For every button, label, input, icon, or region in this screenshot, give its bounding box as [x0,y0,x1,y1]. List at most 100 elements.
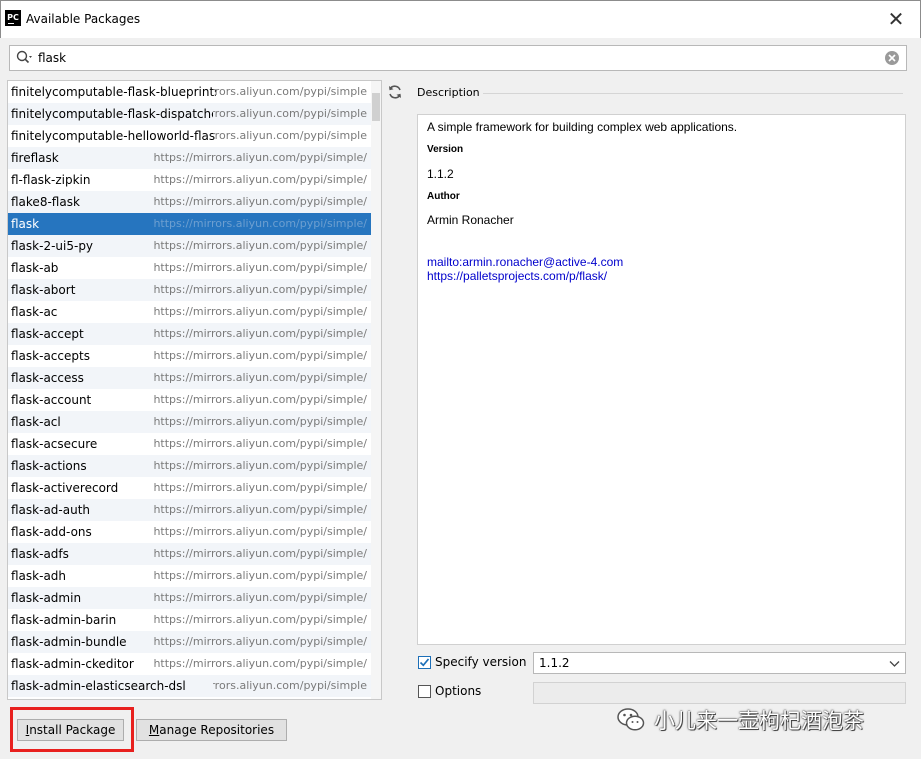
package-repository: https://mirrors.aliyun.com/pypi/simple/ [153,261,367,274]
package-repository: https://mirrors.aliyun.com/pypi/simple/ [151,631,367,653]
package-row[interactable]: flask-ac https://mirrors.aliyun.com/pypi/… [8,301,381,323]
package-summary: A simple framework for building complex … [427,120,738,134]
package-name: flask-admin-bundle [11,635,127,649]
version-label: Version [427,144,464,155]
package-row[interactable]: flask-add-ons https://mirrors.aliyun.com/… [8,521,381,543]
package-repository: https://mirrors.aliyun.com/pypi/simple/ [153,613,367,626]
author-label: Author [427,191,460,202]
package-row[interactable]: finitelycomputable-flask-blueprintshttps… [8,81,381,103]
package-row[interactable]: flask-admin-ckeditor https://mirrors.aliy… [8,653,381,675]
package-row[interactable]: flask-adfs https://mirrors.aliyun.com/pyp… [8,543,381,565]
package-name: finitelycomputable-flask-blueprints [11,85,216,99]
search-input[interactable] [38,48,868,68]
package-name: flask-ac [11,305,58,319]
package-name: flask-2-ui5-py [11,239,94,253]
package-list[interactable]: flask-admin-elasticsearch-dsl https://mir… [7,80,382,700]
homepage-link[interactable]: https://palletsprojects.com/p/flask/ [427,269,607,283]
clear-icon[interactable] [884,50,900,66]
package-row[interactable]: flask-account https://mirrors.aliyun.com/… [8,389,381,411]
version-select[interactable]: 1.1.2 [533,652,906,674]
package-row[interactable]: flask-admin-bundle https://mirrors.aliyun… [8,631,381,653]
manage-repositories-button[interactable]: Manage Repositories [136,719,287,741]
install-package-button[interactable]: Install Package [17,719,124,741]
options-input[interactable] [533,682,906,704]
package-row[interactable]: flake8-flask https://mirrors.aliyun.com/p… [8,191,381,213]
options-label[interactable]: Options [435,684,481,698]
package-row[interactable]: flask-admin-elasticsearch-dsl https://mir… [8,675,381,697]
checkmark-icon [419,658,430,667]
window-title: Available Packages [26,12,141,26]
install-label: nstall Package [29,723,116,737]
description-header: Description [417,86,480,99]
specify-version-checkbox[interactable] [418,656,431,669]
search-field[interactable] [9,45,907,71]
package-name: flask-ad-auth [11,503,91,517]
package-repository: https://mirrors.aliyun.com/pypi/simple/ [213,129,367,142]
package-repository: https://mirrors.aliyun.com/pypi/simple/ [151,213,367,235]
package-row[interactable]: finitelycomputable-flask-dispatcherhttps… [8,103,381,125]
refresh-icon[interactable] [385,82,405,102]
package-repository: https://mirrors.aliyun.com/pypi/simple/ [151,191,367,213]
package-name: flask-acl [11,415,61,429]
package-repository: https://mirrors.aliyun.com/pypi/simple/ [153,173,367,186]
package-list-scrollbar[interactable] [371,81,381,699]
package-row[interactable]: flask-admin https://mirrors.aliyun.com/py… [8,587,381,609]
package-repository: https://mirrors.aliyun.com/pypi/simple/ [153,569,367,582]
version-value: 1.1.2 [427,167,454,181]
package-repository: https://mirrors.aliyun.com/pypi/simple/ [151,147,367,169]
package-name: flask-account [11,393,92,407]
package-repository: https://mirrors.aliyun.com/pypi/simple/ [151,279,367,301]
package-repository: https://mirrors.aliyun.com/pypi/simple/ [151,455,367,477]
watermark-text: 小儿来一壶枸杞酒泡茶 [654,709,864,733]
package-name: fireflask [11,151,59,165]
package-repository: https://mirrors.aliyun.com/pypi/simple/ [151,367,367,389]
close-button[interactable]: ✕ [884,7,908,31]
title-bar: PC Available Packages ✕ [0,0,921,38]
search-icon[interactable] [15,49,35,67]
package-name: flask [11,217,40,231]
package-repository: https://mirrors.aliyun.com/pypi/simple/ [153,657,367,670]
package-repository: https://mirrors.aliyun.com/pypi/simple/ [153,481,367,494]
package-row[interactable]: flask https://mirrors.aliyun.com/pypi/sim… [8,213,381,235]
package-repository: https://mirrors.aliyun.com/pypi/simple/ [153,305,367,318]
package-name: flask-admin [11,591,82,605]
package-row[interactable]: flask-access https://mirrors.aliyun.com/p… [8,367,381,389]
package-row[interactable]: fl-flask-zipkin https://mirrors.aliyun.co… [8,169,381,191]
package-name: flask-abort [11,283,76,297]
package-row[interactable]: flask-2-ui5-py https://mirrors.aliyun.com… [8,235,381,257]
package-name: flask-actions [11,459,87,473]
package-name: flask-acsecure [11,437,98,451]
package-row[interactable]: finitelycomputable-helloworld-flaskhttps… [8,125,381,147]
chevron-down-icon[interactable] [889,658,900,669]
package-name: flask-add-ons [11,525,92,539]
version-select-value: 1.1.2 [539,656,570,670]
package-repository: https://mirrors.aliyun.com/pypi/simple/ [151,235,367,257]
package-repository: https://mirrors.aliyun.com/pypi/simple/ [213,675,367,697]
specify-version-label[interactable]: Specify version [435,655,526,669]
package-repository: https://mirrors.aliyun.com/pypi/simple/ [153,437,367,450]
package-name: finitelycomputable-flask-dispatcher [11,107,216,121]
description-divider [483,93,903,94]
package-name: flask-adfs [11,547,69,561]
package-row[interactable]: flask-ab https://mirrors.aliyun.com/pypi/… [8,257,381,279]
package-row[interactable]: flask-ad-auth https://mirrors.aliyun.com/… [8,499,381,521]
package-repository: https://mirrors.aliyun.com/pypi/simple/ [213,103,367,125]
package-row[interactable]: flask-accept https://mirrors.aliyun.com/p… [8,323,381,345]
package-repository: https://mirrors.aliyun.com/pypi/simple/ [151,543,367,565]
package-row[interactable]: flask-acl https://mirrors.aliyun.com/pypi… [8,411,381,433]
options-checkbox[interactable] [418,685,431,698]
package-name: flask-ab [11,261,59,275]
package-row[interactable]: flask-activerecord https://mirrors.aliyun… [8,477,381,499]
package-row[interactable]: flask-admin-barin https://mirrors.aliyun.… [8,609,381,631]
package-row[interactable]: flask-adh https://mirrors.aliyun.com/pypi… [8,565,381,587]
package-row[interactable]: fireflask https://mirrors.aliyun.com/pypi… [8,147,381,169]
package-row[interactable]: flask-abort https://mirrors.aliyun.com/py… [8,279,381,301]
author-email-link[interactable]: mailto:armin.ronacher@active-4.com [427,255,623,269]
package-row[interactable]: flask-actions https://mirrors.aliyun.com/… [8,455,381,477]
package-row[interactable]: flask-acsecure https://mirrors.aliyun.com… [8,433,381,455]
manage-label: anage Repositories [159,723,275,737]
package-row[interactable]: flask-accepts https://mirrors.aliyun.com/… [8,345,381,367]
package-repository: https://mirrors.aliyun.com/pypi/simple/ [153,393,367,406]
scrollbar-thumb[interactable] [372,93,380,121]
package-name: flask-accept [11,327,84,341]
